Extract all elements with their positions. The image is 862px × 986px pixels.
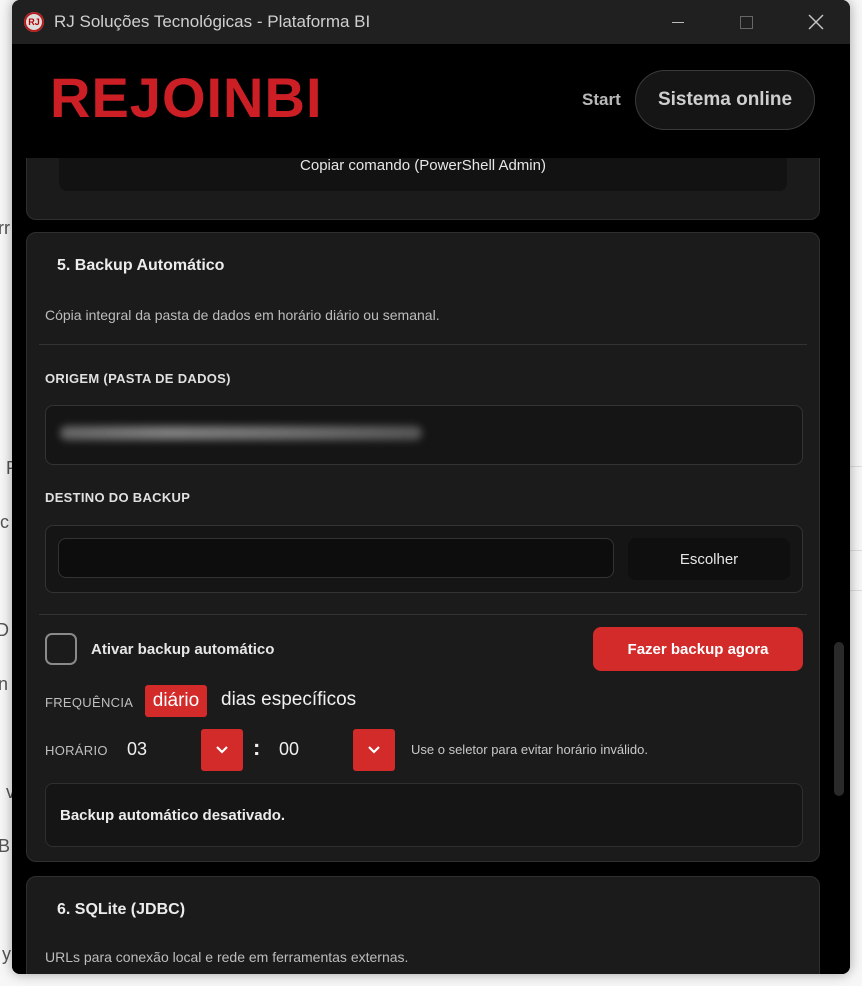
destination-input[interactable] xyxy=(58,538,614,578)
close-icon xyxy=(808,14,824,30)
chevron-down-icon xyxy=(368,746,380,754)
section-description: URLs para conexão local e rede em ferram… xyxy=(45,949,409,965)
hour-value[interactable]: 03 xyxy=(127,739,147,760)
brand-logo: REJOINBI xyxy=(50,70,323,126)
redacted-path xyxy=(60,426,422,440)
time-label: HORÁRIO xyxy=(45,743,108,758)
nav-start-link[interactable]: Start xyxy=(582,90,621,110)
section-title: 5. Backup Automático xyxy=(57,257,225,274)
vertical-scrollbar[interactable] xyxy=(834,642,844,796)
minimize-button[interactable] xyxy=(658,8,698,36)
logo-text-red: REJOIN xyxy=(50,66,265,129)
frequency-option-specific-days[interactable]: dias específicos xyxy=(221,689,356,711)
background-text-fragment: y xyxy=(2,944,11,964)
divider xyxy=(39,344,807,345)
close-button[interactable] xyxy=(796,8,836,36)
app-logo-icon: RJ xyxy=(24,12,44,32)
background-text-fragment: rr xyxy=(0,218,10,238)
minute-value[interactable]: 00 xyxy=(279,739,299,760)
section-description: Cópia integral da pasta de dados em horá… xyxy=(45,307,440,323)
backup-status-box: Backup automático desativado. xyxy=(45,783,803,847)
origin-label: ORIGEM (PASTA DE DADOS) xyxy=(45,371,231,386)
time-hint: Use o seletor para evitar horário inváli… xyxy=(411,742,649,757)
copy-command-button[interactable]: Copiar comando (PowerShell Admin) xyxy=(59,158,787,191)
background-text-fragment: ic xyxy=(0,512,9,532)
background-text-fragment: n xyxy=(0,674,9,694)
choose-folder-button[interactable]: Escolher xyxy=(628,538,790,580)
maximize-icon xyxy=(739,15,753,29)
auto-backup-checkbox[interactable] xyxy=(45,633,77,665)
frequency-label: FREQUÊNCIA xyxy=(45,695,134,710)
system-status-pill: Sistema online xyxy=(635,70,815,130)
divider xyxy=(39,614,807,615)
section-title: 6. SQLite (JDBC) xyxy=(57,901,186,918)
previous-section-card: Copiar comando (PowerShell Admin) xyxy=(26,158,820,220)
background-text-fragment: D xyxy=(0,620,9,640)
backup-section-card: 5. Backup Automático Cópia integral da p… xyxy=(26,232,820,862)
chevron-down-icon xyxy=(216,746,228,754)
minimize-icon xyxy=(672,21,684,23)
app-window: RJ RJ Soluções Tecnológicas - Plataforma… xyxy=(12,0,850,974)
title-bar[interactable]: RJ RJ Soluções Tecnológicas - Plataforma… xyxy=(12,0,850,44)
time-separator: : xyxy=(253,735,261,760)
hour-dropdown-button[interactable] xyxy=(201,729,243,771)
maximize-button[interactable] xyxy=(726,8,766,36)
backup-now-button[interactable]: Fazer backup agora xyxy=(593,627,803,671)
background-text-fragment: B xyxy=(0,836,11,856)
backup-status-text: Backup automático desativado. xyxy=(60,807,286,824)
frequency-option-daily[interactable]: diário xyxy=(145,685,207,717)
logo-text-bi: BI xyxy=(264,66,323,129)
app-header: REJOINBI Start Sistema online xyxy=(12,44,850,158)
auto-backup-label[interactable]: Ativar backup automático xyxy=(91,641,274,658)
destination-label: DESTINO DO BACKUP xyxy=(45,490,191,505)
main-content: Copiar comando (PowerShell Admin) 5. Bac… xyxy=(12,158,850,974)
sqlite-section-card: 6. SQLite (JDBC) URLs para conexão local… xyxy=(26,876,820,974)
window-title: RJ Soluções Tecnológicas - Plataforma BI xyxy=(54,12,371,31)
minute-dropdown-button[interactable] xyxy=(353,729,395,771)
destination-container: Escolher xyxy=(45,525,803,593)
origin-path-field[interactable] xyxy=(45,405,803,465)
